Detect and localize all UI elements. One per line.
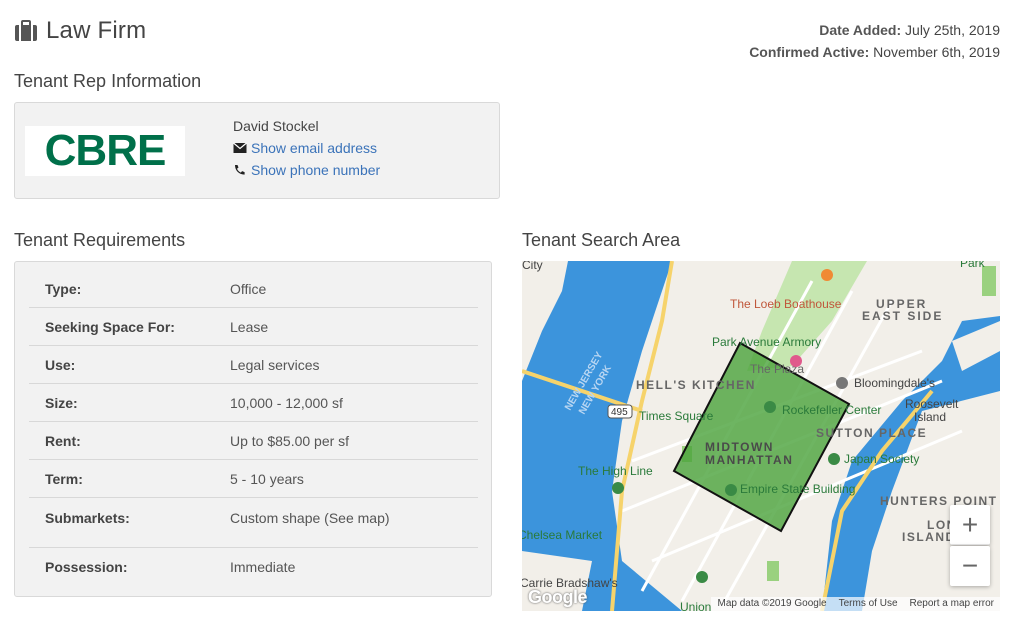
map-land-new-jersey	[522, 261, 568, 381]
map-label-manhattan: MANHATTAN	[705, 453, 793, 467]
map-label-times-square: Times Square	[639, 409, 714, 423]
table-row: Possession: Immediate	[45, 559, 296, 575]
map-label-hells-kitchen: HELL'S KITCHEN	[636, 378, 756, 392]
confirmed-active: Confirmed Active: November 6th, 2019	[749, 44, 1000, 60]
map-pin-icon	[764, 401, 776, 413]
map-label-sutton-place: SUTTON PLACE	[816, 426, 927, 440]
map-canvas[interactable]: The Loeb Boathouse UPPER EAST SIDE Park …	[522, 261, 1000, 611]
phone-icon	[235, 165, 245, 175]
show-email-link[interactable]: Show email address	[251, 137, 377, 159]
map-label-bloomingdales: Bloomingdale's	[854, 376, 935, 390]
listing-dates: Date Added: July 25th, 2019 Confirmed Ac…	[749, 19, 1000, 63]
briefcase-icon	[15, 20, 37, 41]
map-label-midtown: MIDTOWN	[705, 440, 774, 454]
map-label-empire-state: Empire State Building	[740, 482, 855, 496]
map-park-2	[767, 561, 779, 581]
map-data-credit: Map data ©2019 Google	[717, 598, 827, 609]
map-label-high-line: The High Line	[578, 464, 653, 478]
page-title: Law Firm	[46, 17, 147, 44]
map-label-island: Island	[914, 410, 946, 424]
tenant-rep-title: Tenant Rep Information	[14, 71, 202, 91]
route-495-shield: 495	[607, 404, 633, 419]
map-label-roosevelt: Roosevelt	[905, 397, 959, 411]
map-footer: Map data ©2019 Google Terms of Use Repor…	[711, 597, 1000, 611]
google-logo: Google	[528, 587, 588, 607]
map-pin-icon	[696, 571, 708, 583]
map-pin-icon	[828, 453, 840, 465]
cbre-logo: CBRE	[25, 126, 185, 176]
map-label-loeb: The Loeb Boathouse	[730, 297, 842, 311]
table-row: Submarkets: Custom shape (See map)	[29, 498, 478, 548]
map-label-island2: ISLAND	[902, 530, 956, 544]
terms-of-use-link[interactable]: Terms of Use	[833, 597, 904, 611]
map-label-city: City	[522, 261, 543, 272]
map-label-chelsea-market: Chelsea Market	[522, 528, 603, 542]
map-pin-icon	[790, 355, 802, 367]
table-row: Rent: Up to $85.00 per sf	[29, 422, 478, 460]
map-label-union: Union	[680, 600, 711, 611]
map-pin-icon	[821, 269, 833, 281]
map-label-east-side: EAST SIDE	[862, 309, 943, 323]
map-label-park: Park	[960, 261, 986, 270]
map-label-japan-society: Japan Society	[844, 452, 919, 466]
map-pin-icon	[612, 482, 624, 494]
report-map-error-link[interactable]: Report a map error	[904, 597, 1000, 611]
rep-name: David Stockel	[233, 118, 319, 134]
table-row: Size: 10,000 - 12,000 sf	[29, 384, 478, 422]
phone-row: Show phone number	[233, 159, 380, 181]
tenant-rep-card: CBRE David Stockel Show email address Sh…	[14, 102, 500, 199]
tenant-search-area-title: Tenant Search Area	[522, 230, 681, 250]
envelope-icon	[233, 142, 247, 153]
email-row: Show email address	[233, 137, 380, 159]
requirements-table: Type: Office Seeking Space For: Lease Use:…	[29, 270, 478, 586]
page-header: Law Firm	[14, 14, 146, 48]
zoom-out-button[interactable]: −	[950, 546, 990, 586]
show-phone-link[interactable]: Show phone number	[251, 159, 380, 181]
map-label-park-ave-armory: Park Avenue Armory	[712, 335, 821, 349]
table-row: Use: Legal services	[29, 346, 478, 384]
table-row: Seeking Space For: Lease	[29, 308, 478, 346]
search-area-map[interactable]: The Loeb Boathouse UPPER EAST SIDE Park …	[522, 261, 1000, 611]
rep-contact: David Stockel Show email address Show ph…	[233, 115, 380, 181]
tenant-requirements-title: Tenant Requirements	[14, 230, 186, 250]
map-park-1	[982, 266, 996, 296]
svg-text:495: 495	[611, 407, 628, 418]
requirements-card: Type: Office Seeking Space For: Lease Use:…	[14, 261, 492, 597]
map-label-rockefeller: Rockefeller Center	[782, 403, 881, 417]
date-added: Date Added: July 25th, 2019	[819, 22, 1000, 38]
table-row: Term: 5 - 10 years	[29, 460, 478, 498]
map-land-roosevelt-island	[952, 321, 1000, 371]
map-pin-icon	[725, 484, 737, 496]
table-row: Type: Office	[29, 270, 478, 308]
map-pin-icon	[836, 377, 848, 389]
zoom-in-button[interactable]: +	[950, 505, 990, 545]
